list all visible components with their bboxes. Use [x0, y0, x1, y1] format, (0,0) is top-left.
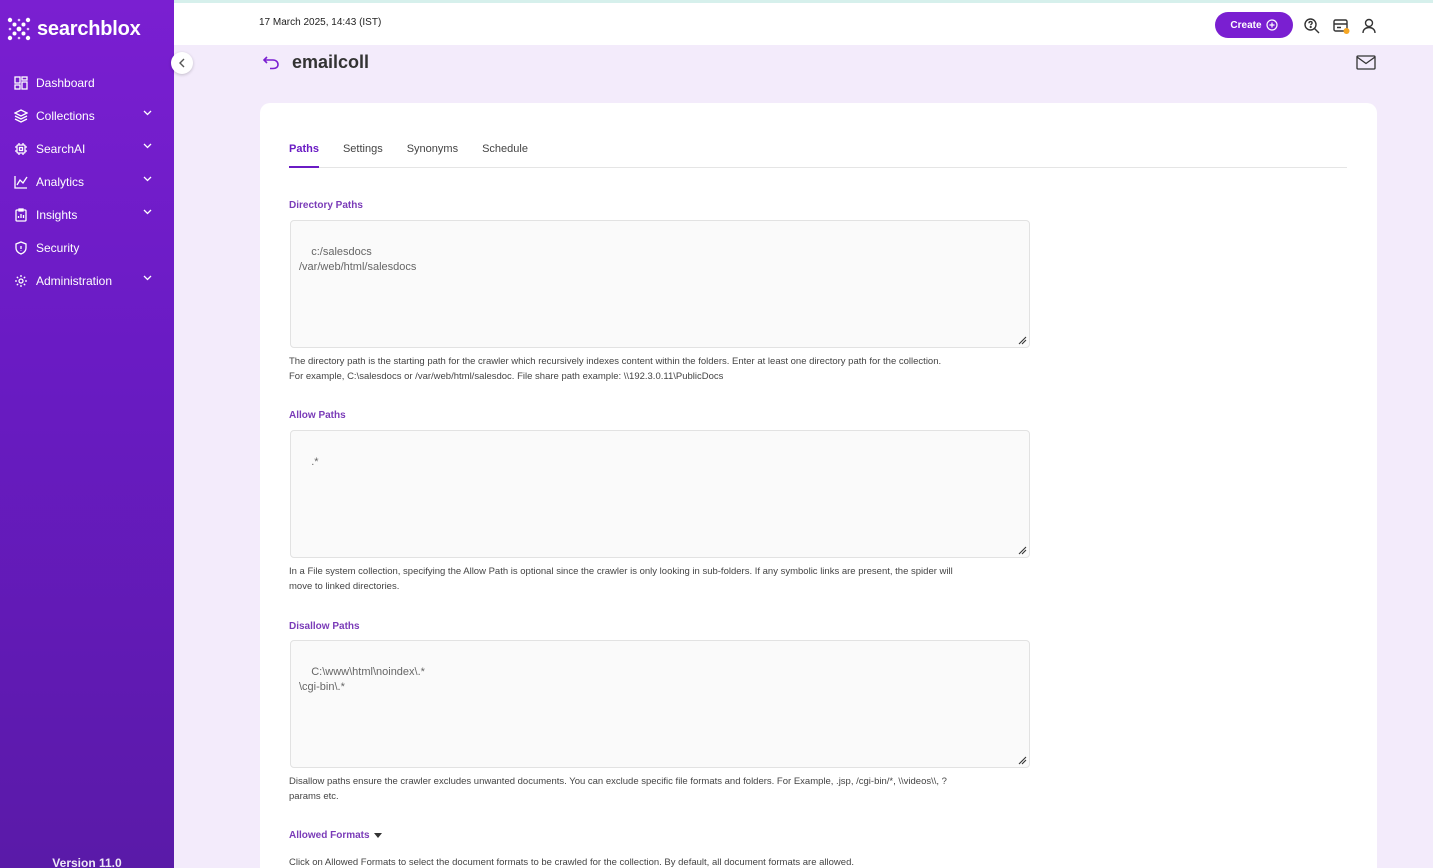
current-datetime: 17 March 2025, 14:43 (IST) — [259, 17, 382, 28]
disallow-paths-help-line: params etc. — [289, 791, 339, 802]
collection-settings-card: Paths Settings Synonyms Schedule Directo… — [260, 103, 1377, 868]
chip-icon — [13, 141, 29, 157]
disallow-paths-label: Disallow Paths — [289, 621, 360, 632]
disallow-paths-value: C:\www\html\noindex\.* \cgi-bin\.* — [299, 666, 425, 693]
tab-bar: Paths Settings Synonyms Schedule — [289, 139, 1347, 168]
disallow-paths-help-line: Disallow paths ensure the crawler exclud… — [289, 776, 947, 787]
version-label: Version 11.0 — [52, 856, 122, 868]
directory-paths-textarea[interactable]: c:/salesdocs /var/web/html/salesdocs — [290, 220, 1030, 348]
layers-icon — [13, 108, 29, 124]
resize-handle-icon[interactable] — [1017, 545, 1027, 555]
help-search-icon[interactable] — [1303, 17, 1321, 35]
sidebar-item-security[interactable]: Security — [0, 231, 174, 264]
allowed-formats-help: Click on Allowed Formats to select the d… — [289, 857, 854, 868]
allowed-formats-toggle[interactable]: Allowed Formats — [289, 830, 382, 841]
directory-paths-help-line: The directory path is the starting path … — [289, 356, 942, 367]
allow-paths-label: Allow Paths — [289, 410, 346, 421]
chevron-left-icon — [179, 58, 185, 68]
allowed-formats-label: Allowed Formats — [289, 830, 370, 841]
disallow-paths-help: Disallow paths ensure the crawler exclud… — [289, 774, 1029, 804]
brand-name: searchblox — [37, 17, 141, 40]
tab-paths[interactable]: Paths — [289, 139, 319, 168]
sidebar-item-label: Analytics — [36, 174, 85, 189]
sidebar-item-administration[interactable]: Administration — [0, 264, 174, 297]
sidebar-item-label: Security — [36, 240, 80, 255]
chevron-down-icon[interactable] — [143, 110, 152, 116]
sidebar-item-collections[interactable]: Collections — [0, 99, 174, 132]
directory-paths-label: Directory Paths — [289, 200, 363, 211]
sidebar: searchblox Dashboard Collections SearchA… — [0, 0, 174, 868]
notifications-icon[interactable] — [1332, 17, 1350, 35]
allow-paths-value: .* — [311, 456, 319, 468]
topbar: 17 March 2025, 14:43 (IST) Create — [174, 0, 1433, 45]
chevron-down-icon[interactable] — [143, 143, 152, 149]
sidebar-item-dashboard[interactable]: Dashboard — [0, 66, 174, 99]
allow-paths-help-line: move to linked directories. — [289, 581, 400, 592]
sidebar-nav: Dashboard Collections SearchAI Analytics — [0, 66, 174, 297]
allow-paths-help: In a File system collection, specifying … — [289, 564, 1029, 594]
sidebar-item-analytics[interactable]: Analytics — [0, 165, 174, 198]
mail-icon[interactable] — [1356, 55, 1376, 70]
chevron-down-icon[interactable] — [143, 176, 152, 182]
sidebar-item-label: Collections — [36, 108, 95, 123]
directory-paths-value: c:/salesdocs /var/web/html/salesdocs — [299, 246, 417, 273]
disallow-paths-textarea[interactable]: C:\www\html\noindex\.* \cgi-bin\.* — [290, 640, 1030, 768]
caret-down-icon — [373, 832, 382, 838]
sidebar-item-label: SearchAI — [36, 141, 86, 156]
plus-circle-icon — [1265, 19, 1278, 31]
sidebar-item-insights[interactable]: Insights — [0, 198, 174, 231]
back-arrow-icon[interactable] — [262, 54, 280, 70]
searchblox-logo-icon — [7, 17, 31, 41]
sidebar-collapse-button[interactable] — [171, 52, 193, 74]
tab-schedule[interactable]: Schedule — [482, 139, 528, 168]
sidebar-item-label: Insights — [36, 207, 78, 222]
logo[interactable]: searchblox — [6, 16, 141, 42]
sidebar-item-label: Dashboard — [36, 75, 95, 90]
gear-icon — [13, 273, 29, 289]
directory-paths-help: The directory path is the starting path … — [289, 354, 1029, 384]
user-profile-icon[interactable] — [1360, 17, 1378, 35]
resize-handle-icon[interactable] — [1017, 335, 1027, 345]
shield-icon — [13, 240, 29, 256]
sidebar-item-label: Administration — [36, 273, 113, 288]
allow-paths-help-line: In a File system collection, specifying … — [289, 566, 953, 577]
clipboard-icon — [13, 207, 29, 223]
allow-paths-textarea[interactable]: .* — [290, 430, 1030, 558]
tab-synonyms[interactable]: Synonyms — [407, 139, 458, 168]
chart-icon — [13, 174, 29, 190]
dashboard-icon — [13, 75, 29, 91]
directory-paths-help-line: For example, C:\salesdocs or /var/web/ht… — [289, 371, 724, 382]
create-button[interactable]: Create — [1215, 12, 1293, 38]
sidebar-item-searchai[interactable]: SearchAI — [0, 132, 174, 165]
page-title: emailcoll — [292, 52, 370, 72]
tab-settings[interactable]: Settings — [343, 139, 383, 168]
resize-handle-icon[interactable] — [1017, 755, 1027, 765]
chevron-down-icon[interactable] — [143, 209, 152, 215]
create-button-label: Create — [1230, 19, 1262, 31]
chevron-down-icon[interactable] — [143, 275, 152, 281]
